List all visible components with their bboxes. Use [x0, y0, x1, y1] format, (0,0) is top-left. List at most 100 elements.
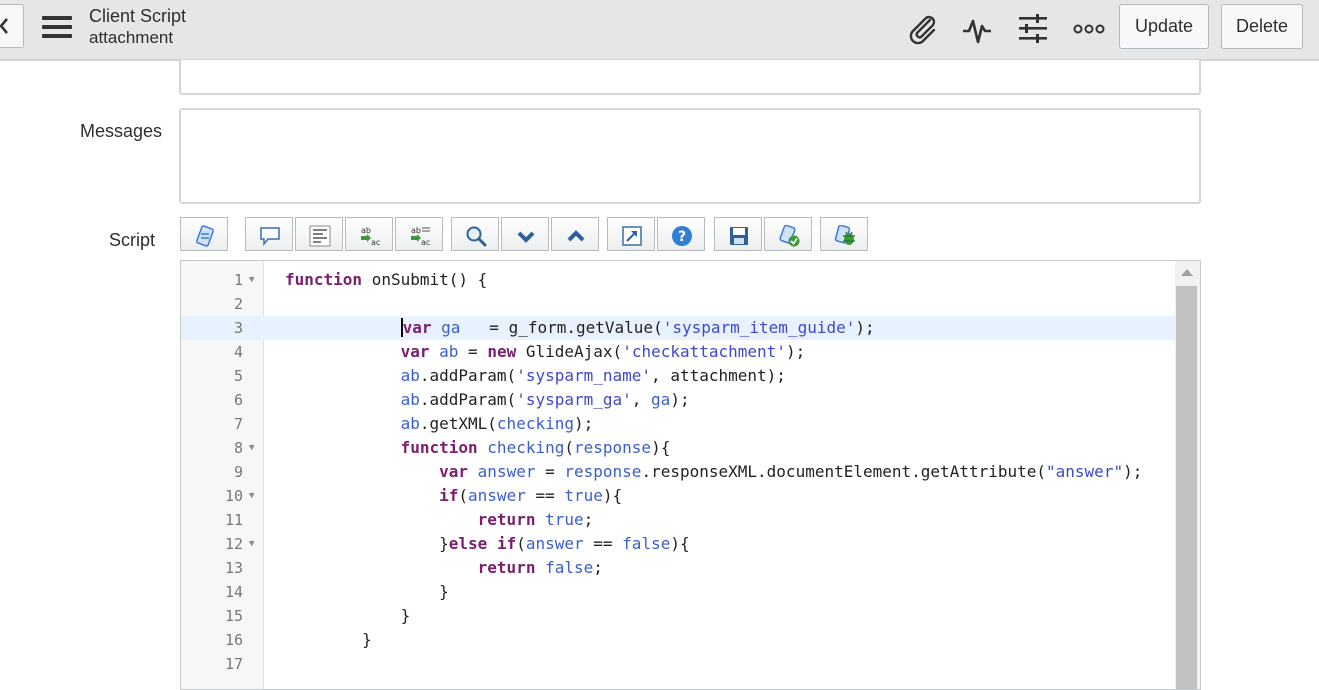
line-number: 16	[224, 631, 243, 649]
code-text: }	[285, 582, 449, 601]
toolbar-group-save	[714, 217, 814, 251]
code-line[interactable]: 4 var ab = new GlideAjax('checkattachmen…	[181, 340, 1175, 364]
update-button[interactable]: Update	[1119, 4, 1209, 49]
script-editor[interactable]: 1 ▼ function onSubmit() {2 3 var ga = g_for…	[180, 260, 1201, 690]
fold-arrow-icon[interactable]: ▼	[249, 484, 254, 508]
format-code-button[interactable]	[295, 217, 343, 251]
line-number: 2	[233, 295, 243, 313]
svg-text:ab: ab	[361, 226, 371, 235]
page-title: Client Script	[89, 6, 187, 26]
help-button[interactable]: ?	[657, 217, 705, 251]
code-text: ab.addParam('sysparm_ga', ga);	[400, 390, 690, 409]
code-line[interactable]: 10 ▼ if(answer == true){	[181, 484, 1175, 508]
save-button[interactable]	[714, 217, 762, 251]
line-number: 9	[233, 463, 243, 481]
code-line[interactable]: 16 }	[181, 628, 1175, 652]
settings-sliders-icon[interactable]	[1016, 12, 1050, 46]
code-text: return false;	[477, 558, 603, 577]
code-text: function checking(response){	[400, 438, 671, 457]
syntax-check-icon	[779, 225, 800, 247]
line-number: 3	[233, 319, 243, 337]
delete-button[interactable]: Delete	[1221, 4, 1303, 49]
code-line[interactable]: 3 var ga = g_form.getValue('sysparm_item…	[181, 316, 1175, 340]
fold-arrow-icon[interactable]: ▼	[249, 268, 254, 292]
code-text: }	[285, 630, 372, 649]
syntax-check-button[interactable]	[764, 217, 812, 251]
fold-arrow-icon[interactable]: ▼	[249, 436, 254, 460]
code-text: ab.getXML(checking);	[400, 414, 594, 433]
replace-all-icon: ab ac	[411, 226, 430, 247]
code-text: }	[285, 606, 411, 625]
svg-text:ab: ab	[411, 226, 421, 235]
help-icon: ?	[672, 226, 692, 246]
next-match-button[interactable]	[501, 217, 549, 251]
code-line[interactable]: 12 ▼ }else if(answer == false){	[181, 532, 1175, 556]
code-text: var ab = new GlideAjax('checkattachment'…	[400, 342, 806, 361]
search-button[interactable]	[451, 217, 499, 251]
toolbar-group-format: ab ac ab ac	[245, 217, 445, 251]
line-number: 15	[224, 607, 243, 625]
script-include-button[interactable]	[180, 217, 228, 251]
code-line[interactable]: 7 ab.getXML(checking);	[181, 412, 1175, 436]
code-line[interactable]: 14 }	[181, 580, 1175, 604]
comment-icon	[260, 227, 280, 247]
activity-icon[interactable]	[960, 12, 994, 46]
paperclip-icon[interactable]	[906, 12, 940, 46]
code-line[interactable]: 5 ab.addParam('sysparm_name', attachment…	[181, 364, 1175, 388]
script-label: Script	[109, 230, 156, 250]
previous-match-icon	[567, 230, 585, 242]
save-icon	[730, 227, 748, 245]
line-number: 11	[224, 511, 243, 529]
code-text: ab.addParam('sysparm_name', attachment);	[400, 366, 786, 385]
toolbar-group-view: ?	[607, 217, 707, 251]
form-header: Client Script attachment Update Delete	[0, 0, 1319, 61]
code-line[interactable]: 17	[181, 652, 1175, 676]
svg-text:ac: ac	[421, 238, 430, 247]
replace-button[interactable]: ab ac	[345, 217, 393, 251]
code-line[interactable]: 2	[181, 292, 1175, 316]
fold-arrow-icon[interactable]: ▼	[249, 532, 254, 556]
header-title-block: Client Script attachment	[89, 6, 186, 48]
code-line[interactable]: 15 }	[181, 604, 1175, 628]
replace-all-button[interactable]: ab ac	[395, 217, 443, 251]
line-number: 7	[233, 415, 243, 433]
code-text: var ga = g_form.getValue('sysparm_item_g…	[400, 318, 875, 337]
previous-match-button[interactable]	[551, 217, 599, 251]
back-icon	[0, 18, 8, 34]
code-line[interactable]: 13 return false;	[181, 556, 1175, 580]
fullscreen-icon	[622, 226, 642, 246]
fullscreen-button[interactable]	[607, 217, 655, 251]
replace-icon: ab ac	[361, 226, 380, 247]
line-number: 6	[233, 391, 243, 409]
comment-button[interactable]	[245, 217, 293, 251]
code-line[interactable]: 8 ▼ function checking(response){	[181, 436, 1175, 460]
scrollbar-thumb[interactable]	[1176, 286, 1197, 689]
code-text: var answer = response.responseXML.docume…	[439, 462, 1143, 481]
scroll-up-arrow-icon[interactable]	[1181, 269, 1193, 276]
debug-button[interactable]	[820, 217, 868, 251]
code-text: if(answer == true){	[439, 486, 623, 505]
line-number: 5	[233, 367, 243, 385]
line-number: 10	[224, 487, 243, 505]
menu-icon[interactable]	[42, 14, 74, 40]
next-match-icon	[517, 231, 535, 243]
code-line[interactable]: 9 var answer = response.responseXML.docu…	[181, 460, 1175, 484]
previous-field-input[interactable]	[179, 60, 1201, 95]
code-line[interactable]: 6 ab.addParam('sysparm_ga', ga);	[181, 388, 1175, 412]
line-number: 17	[224, 655, 243, 673]
code-line[interactable]: 1 ▼ function onSubmit() {	[181, 268, 1175, 292]
code-line[interactable]: 11 return true;	[181, 508, 1175, 532]
line-number: 13	[224, 559, 243, 577]
messages-label: Messages	[80, 121, 163, 141]
line-number: 1	[233, 271, 243, 289]
debug-icon	[834, 225, 855, 245]
search-icon	[466, 226, 487, 247]
record-name: attachment	[89, 28, 174, 47]
line-number: 12	[224, 535, 243, 553]
back-button[interactable]	[0, 4, 24, 48]
line-number: 4	[233, 343, 243, 361]
line-number: 8	[233, 439, 243, 457]
code-text: return true;	[477, 510, 594, 529]
more-options-icon[interactable]	[1072, 12, 1106, 46]
messages-textarea[interactable]	[179, 108, 1201, 204]
